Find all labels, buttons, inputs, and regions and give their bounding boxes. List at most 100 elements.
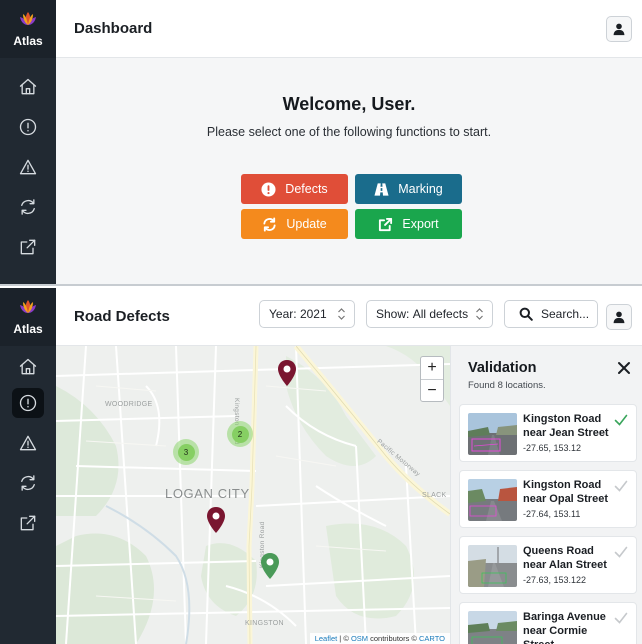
user-icon bbox=[613, 23, 625, 36]
validated-marker[interactable] bbox=[259, 552, 281, 580]
dashboard-screen: Atlas Dashboard Welcome, User. Please se… bbox=[0, 0, 642, 286]
search-icon bbox=[519, 307, 533, 321]
validation-item-title: Kingston Road near Jean Street bbox=[523, 413, 609, 439]
validation-item-title: Baringa Avenue near Cormie Street bbox=[523, 611, 606, 644]
validation-item-coords: -27.65, 153.12 bbox=[523, 443, 582, 453]
show-filter-select[interactable]: Show: All defects bbox=[366, 300, 493, 328]
welcome-subtitle: Please select one of the following funct… bbox=[206, 125, 492, 139]
dashboard-main: Welcome, User. Please select one of the … bbox=[56, 58, 642, 284]
zoom-control: + − bbox=[420, 356, 444, 402]
road-photo-thumbnail bbox=[468, 545, 517, 587]
refresh-icon bbox=[21, 199, 35, 215]
user-menu-button[interactable] bbox=[606, 16, 632, 42]
exclamation-circle-icon bbox=[261, 181, 276, 197]
attribution-mid: contributors © bbox=[368, 634, 420, 643]
nav-home[interactable] bbox=[12, 72, 44, 102]
check-icon[interactable] bbox=[614, 413, 628, 427]
brand-name: Atlas bbox=[13, 322, 43, 336]
update-button[interactable]: Update bbox=[241, 209, 348, 239]
validation-count: Found 8 locations. bbox=[468, 380, 546, 391]
brand-name: Atlas bbox=[13, 34, 43, 48]
lotus-logo-icon bbox=[20, 12, 36, 25]
validation-item-title: Kingston Road near Opal Street bbox=[523, 479, 608, 505]
page-title: Road Defects bbox=[74, 308, 170, 325]
map-label-slacks: SLACK bbox=[422, 492, 447, 499]
close-icon[interactable] bbox=[616, 360, 632, 376]
home-icon bbox=[19, 358, 37, 375]
brand[interactable]: Atlas bbox=[0, 0, 56, 58]
validation-panel: Validation Found 8 locations. Kingston R… bbox=[450, 346, 642, 644]
show-select-value: All defects bbox=[412, 307, 469, 321]
map-attribution: Leaflet | © OSM contributors © CARTO bbox=[309, 633, 450, 644]
alert-circle-icon bbox=[19, 118, 37, 136]
attribution-sep: | © bbox=[337, 634, 351, 643]
lotus-logo-icon bbox=[20, 300, 36, 313]
cluster-count: 2 bbox=[231, 425, 249, 443]
nav-update[interactable] bbox=[12, 192, 44, 222]
search-button[interactable]: Search... bbox=[504, 300, 598, 328]
year-select-label: Year: bbox=[269, 307, 297, 321]
defect-marker[interactable] bbox=[276, 359, 298, 387]
validation-item[interactable]: Kingston Road near Jean Street -27.65, 1… bbox=[459, 404, 637, 462]
year-select-value: 2021 bbox=[299, 307, 327, 321]
map-label-kingston: KINGSTON bbox=[245, 620, 284, 627]
alert-triangle-icon bbox=[19, 159, 37, 175]
nav-export[interactable] bbox=[12, 508, 44, 538]
update-button-label: Update bbox=[286, 217, 327, 231]
map[interactable]: WOODRIDGE Kingston Road Kingston Road Pa… bbox=[56, 346, 450, 644]
welcome-heading: Welcome, User. bbox=[282, 94, 416, 114]
nav-defects[interactable] bbox=[12, 388, 44, 418]
defects-button[interactable]: Defects bbox=[241, 174, 348, 204]
road-photo-thumbnail bbox=[468, 479, 517, 521]
marking-button[interactable]: Marking bbox=[355, 174, 462, 204]
validation-item[interactable]: Baringa Avenue near Cormie Street bbox=[459, 602, 637, 644]
nav-defects[interactable] bbox=[12, 112, 44, 142]
road-defects-header: Road Defects Year: 2021 Show: All defect… bbox=[56, 288, 642, 346]
road-icon bbox=[374, 182, 389, 196]
road-photo-thumbnail bbox=[468, 611, 517, 644]
defects-button-label: Defects bbox=[285, 182, 328, 196]
home-icon bbox=[19, 78, 37, 95]
zoom-in-button[interactable]: + bbox=[421, 357, 443, 379]
nav-update[interactable] bbox=[12, 468, 44, 498]
check-icon[interactable] bbox=[614, 545, 628, 559]
zoom-out-button[interactable]: − bbox=[421, 379, 443, 401]
export-button-label: Export bbox=[402, 217, 439, 231]
validation-item[interactable]: Kingston Road near Opal Street -27.64, 1… bbox=[459, 470, 637, 528]
check-icon[interactable] bbox=[614, 611, 628, 625]
validation-item-coords: -27.63, 153.122 bbox=[523, 575, 587, 585]
defect-marker[interactable] bbox=[205, 506, 227, 534]
search-button-label: Search... bbox=[541, 307, 590, 321]
nav-home[interactable] bbox=[12, 352, 44, 382]
road-photo-thumbnail bbox=[468, 413, 517, 455]
nav-marking[interactable] bbox=[12, 428, 44, 458]
osm-link[interactable]: OSM bbox=[351, 634, 368, 643]
sidebar: Atlas bbox=[0, 0, 56, 284]
check-icon[interactable] bbox=[614, 479, 628, 493]
leaflet-link[interactable]: Leaflet bbox=[315, 634, 338, 643]
nav-export[interactable] bbox=[12, 232, 44, 262]
validation-title: Validation bbox=[468, 360, 537, 376]
export-button[interactable]: Export bbox=[355, 209, 462, 239]
nav-marking[interactable] bbox=[12, 152, 44, 182]
page-title: Dashboard bbox=[74, 20, 153, 37]
road-defects-screen: Atlas Road Defects Year: 2021 Show: All … bbox=[0, 288, 642, 644]
marker-cluster[interactable]: 3 bbox=[173, 439, 199, 465]
carto-link[interactable]: CARTO bbox=[419, 634, 445, 643]
cluster-count: 3 bbox=[177, 443, 195, 461]
chevron-updown-icon bbox=[476, 308, 483, 320]
external-link-icon bbox=[20, 239, 36, 255]
alert-triangle-icon bbox=[19, 435, 37, 451]
validation-item[interactable]: Queens Road near Alan Street -27.63, 153… bbox=[459, 536, 637, 594]
validation-item-title: Queens Road near Alan Street bbox=[523, 545, 607, 571]
map-tiles bbox=[56, 346, 450, 644]
map-label-woodridge: WOODRIDGE bbox=[105, 401, 153, 408]
dashboard-header: Dashboard bbox=[56, 0, 642, 58]
marker-cluster[interactable]: 2 bbox=[227, 421, 253, 447]
brand[interactable]: Atlas bbox=[0, 288, 56, 346]
alert-circle-icon bbox=[19, 394, 37, 412]
external-link-icon bbox=[379, 217, 393, 231]
year-select[interactable]: Year: 2021 bbox=[259, 300, 355, 328]
user-menu-button[interactable] bbox=[606, 304, 632, 330]
chevron-updown-icon bbox=[338, 308, 345, 320]
